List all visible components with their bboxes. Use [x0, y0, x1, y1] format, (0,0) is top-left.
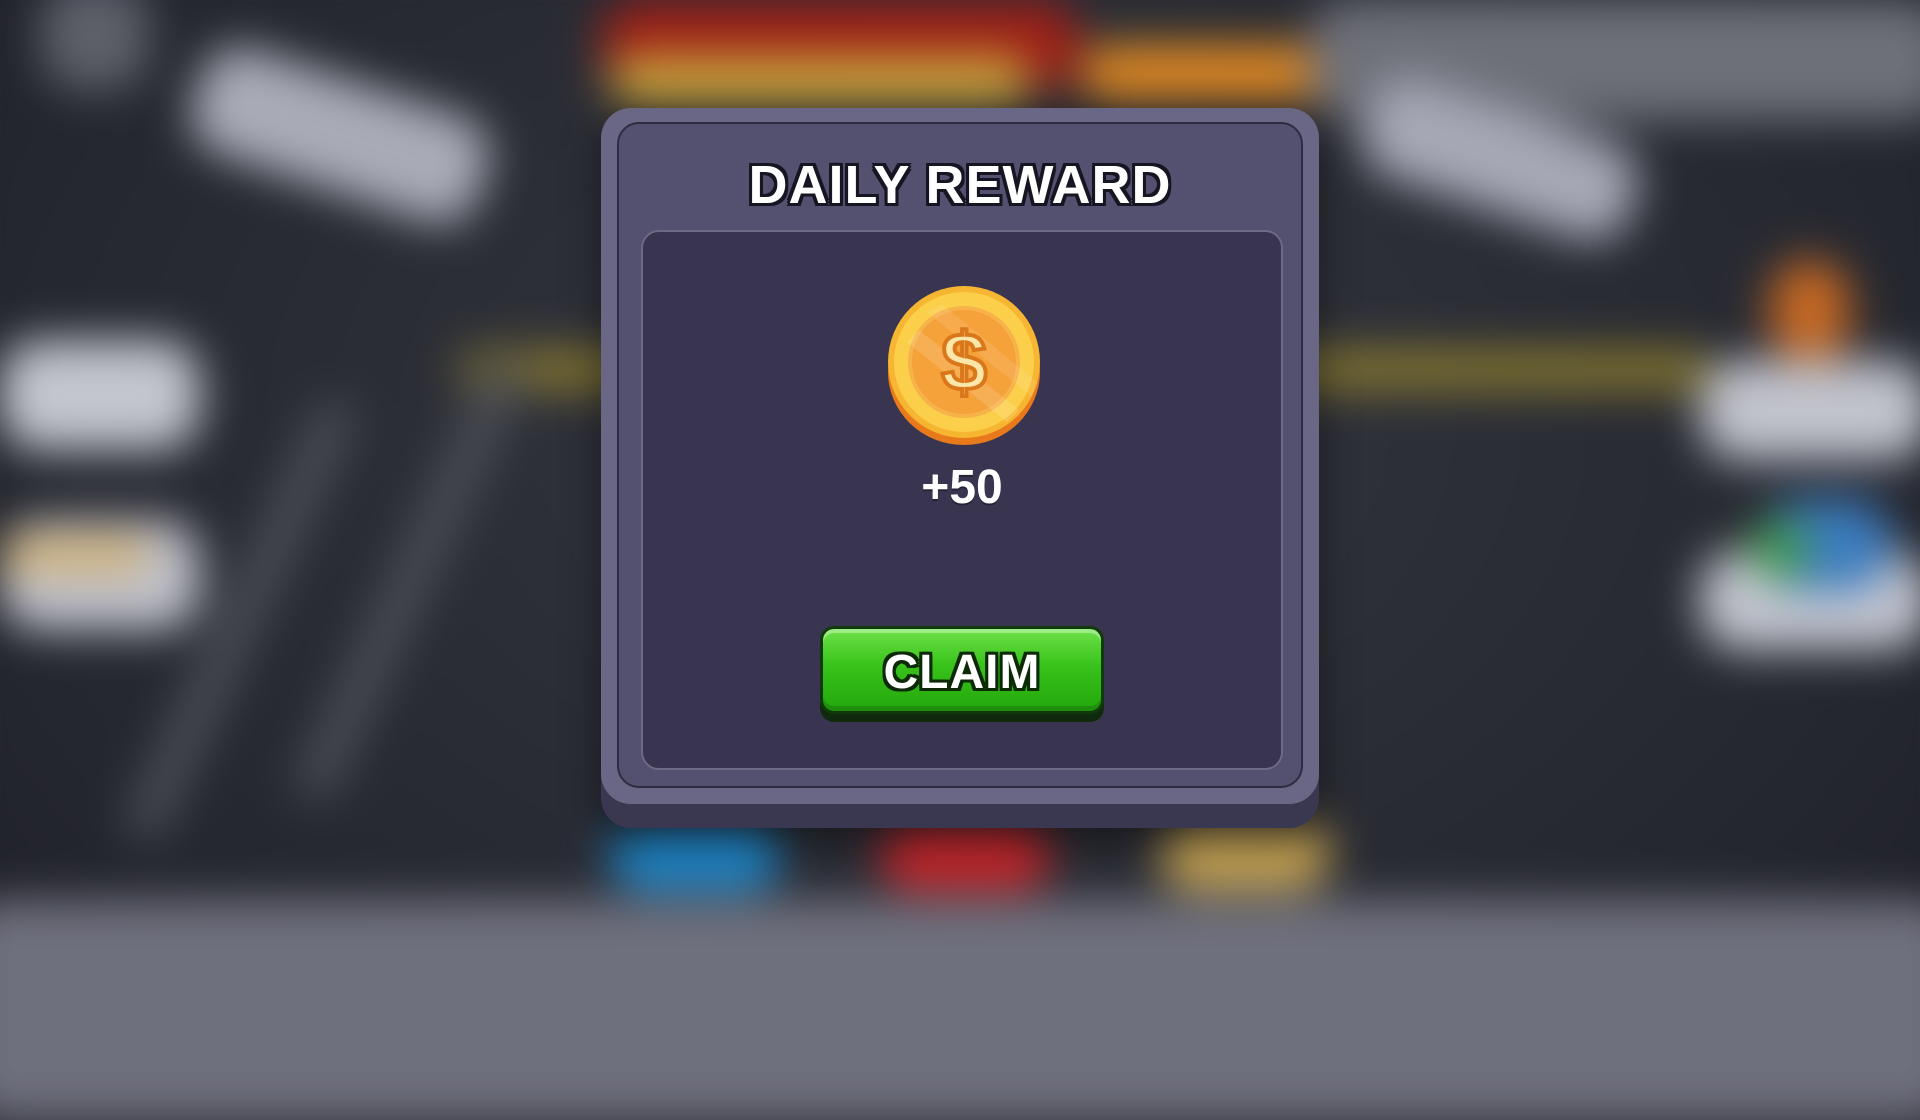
background-banner-gold — [610, 55, 1030, 105]
dialog-title: DAILY REWARD — [748, 155, 1172, 215]
gold-coin-icon: $ — [887, 282, 1041, 446]
background-figure-green — [1750, 520, 1810, 580]
daily-reward-dialog: DAILY REWARD $ +50 CLAIM — [601, 108, 1319, 828]
background-car-left-2 — [0, 520, 200, 630]
coin-dollar-symbol: $ — [941, 317, 987, 408]
dialog-panel: DAILY REWARD $ +50 CLAIM — [617, 122, 1303, 788]
claim-button-label: CLAIM — [883, 646, 1041, 699]
background-car-right-1 — [1700, 360, 1920, 460]
reward-amount: +50 — [921, 461, 1003, 514]
claim-button[interactable]: CLAIM — [820, 626, 1104, 722]
dialog-frame: DAILY REWARD $ +50 CLAIM — [601, 108, 1319, 804]
background-car-left-1 — [0, 340, 200, 450]
background-light — [40, 0, 150, 90]
background-car-left — [180, 36, 500, 234]
background-button-blue — [610, 820, 780, 890]
reward-content: $ +50 CLAIM — [641, 230, 1283, 770]
background-car-left-stripe — [0, 540, 150, 570]
background-bottom-bar — [0, 900, 1920, 1120]
background-button-red — [880, 820, 1050, 890]
background-figure-orange — [1770, 260, 1850, 360]
claim-button-face[interactable]: CLAIM — [820, 626, 1104, 714]
background-button-yellow — [1160, 820, 1330, 890]
